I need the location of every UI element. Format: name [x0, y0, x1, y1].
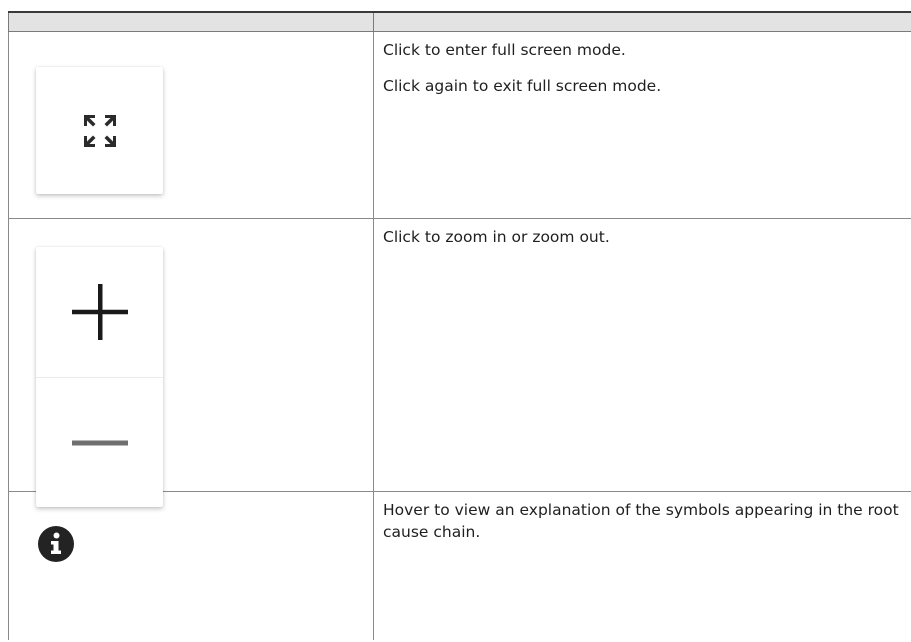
fullscreen-icon	[83, 114, 116, 147]
description-cell: Click to zoom in or zoom out.	[373, 218, 911, 492]
header-cell-icon	[8, 11, 374, 32]
icon-cell	[8, 218, 374, 507]
zoom-description-text: Click to zoom in or zoom out.	[383, 228, 610, 246]
table-header-row	[8, 11, 911, 32]
info-description-text: Hover to view an explanation of the symb…	[383, 501, 899, 541]
zoom-in-button[interactable]	[36, 247, 163, 378]
info-button[interactable]	[37, 525, 75, 563]
fullscreen-button[interactable]	[36, 67, 163, 194]
icon-cell	[8, 491, 374, 640]
table-row: Hover to view an explanation of the symb…	[8, 491, 911, 640]
zoom-out-button[interactable]	[36, 378, 163, 508]
plus-icon	[71, 284, 128, 340]
table-row: Click to zoom in or zoom out.	[8, 218, 911, 507]
icon-cell	[8, 31, 374, 219]
icon-description-table: Click to enter full screen mode. Click a…	[8, 11, 911, 640]
minus-icon	[71, 440, 128, 446]
header-cell-description	[373, 11, 911, 32]
info-icon	[38, 526, 74, 562]
fullscreen-exit-text: Click again to exit full screen mode.	[383, 77, 662, 95]
zoom-control	[36, 247, 163, 507]
table-header	[8, 11, 911, 32]
description-cell: Hover to view an explanation of the symb…	[373, 491, 911, 640]
table-row: Click to enter full screen mode. Click a…	[8, 31, 911, 219]
description-cell: Click to enter full screen mode. Click a…	[373, 31, 911, 219]
fullscreen-enter-text: Click to enter full screen mode.	[383, 41, 626, 59]
